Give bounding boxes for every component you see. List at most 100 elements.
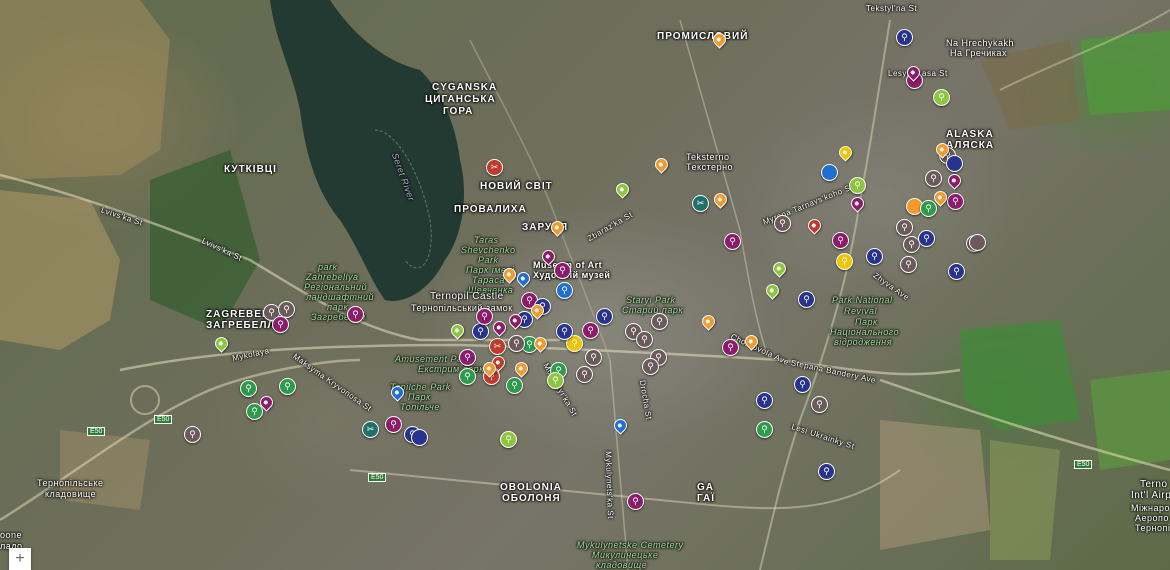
- activity-icon: ⚲: [464, 371, 471, 381]
- map-marker[interactable]: ⚲: [459, 368, 476, 385]
- district-label-na-hrechykakh-uk: На Гречиках: [950, 48, 1007, 58]
- map-marker[interactable]: ⚲: [347, 306, 364, 323]
- activity-icon: ⚲: [284, 381, 291, 391]
- map-marker[interactable]: ⚲: [947, 193, 964, 210]
- map-marker[interactable]: ⚲: [836, 253, 853, 270]
- activity-icon: ⚲: [581, 369, 588, 379]
- map-marker[interactable]: ⚲: [724, 233, 741, 250]
- map-marker[interactable]: ⚲: [900, 256, 917, 273]
- map-marker[interactable]: [946, 155, 963, 172]
- map-marker[interactable]: ⚲: [798, 291, 815, 308]
- map-marker[interactable]: ⚲: [576, 366, 593, 383]
- activity-icon: ⚲: [571, 338, 578, 348]
- street-label-tarasa: asa St: [922, 69, 948, 78]
- map-marker[interactable]: ⚲: [585, 349, 602, 366]
- cemetery-label-mykulynetske-uk1: Микулинецьке: [592, 550, 659, 560]
- activity-icon: ⚲: [590, 352, 597, 362]
- activity-icon: ⚲: [905, 259, 912, 269]
- map-marker[interactable]: ⚲: [756, 392, 773, 409]
- map-marker[interactable]: ⚲: [811, 396, 828, 413]
- zoom-in-button[interactable]: +: [9, 548, 31, 570]
- park-label-zahrebellya-1: park: [318, 262, 338, 272]
- poi-label-castle: Ternopil Castle: [430, 291, 504, 302]
- map-marker[interactable]: [969, 234, 986, 251]
- map-marker[interactable]: ⚲: [556, 323, 573, 340]
- activity-icon: ⚲: [952, 196, 959, 206]
- map-marker[interactable]: ⚲: [508, 335, 525, 352]
- activity-icon: ⚲: [526, 295, 533, 305]
- map-marker[interactable]: ⚲: [636, 331, 653, 348]
- map-marker[interactable]: ⚲: [896, 29, 913, 46]
- map-marker[interactable]: ⚲: [476, 308, 493, 325]
- map-marker[interactable]: ⚲: [722, 339, 739, 356]
- activity-icon: ⚲: [559, 265, 566, 275]
- map-marker[interactable]: ⚲: [920, 200, 937, 217]
- activity-icon: ⚲: [268, 307, 275, 317]
- poi-label-teksterno-uk: Текстерно: [686, 162, 734, 172]
- road-shield-e50-2: E50: [87, 427, 106, 436]
- activity-icon: ⚲: [871, 251, 878, 261]
- map-marker[interactable]: ⚲: [596, 308, 613, 325]
- map-marker[interactable]: ⚲: [896, 219, 913, 236]
- map-marker[interactable]: ⚲: [948, 263, 965, 280]
- park-label-zahrebellya-4: ландшафтний: [306, 292, 374, 302]
- map-marker[interactable]: ⚲: [756, 421, 773, 438]
- map-marker[interactable]: ✂: [692, 195, 709, 212]
- map-marker[interactable]: ⚲: [547, 372, 564, 389]
- park-label-staryi-uk: Старий парк: [622, 305, 684, 315]
- activity-icon: ⚲: [251, 406, 258, 416]
- activity-icon: ⚲: [601, 311, 608, 321]
- map-marker[interactable]: ⚲: [818, 463, 835, 480]
- map-marker[interactable]: ⚲: [627, 493, 644, 510]
- map-marker[interactable]: ⚲: [554, 262, 571, 279]
- map-marker[interactable]: ⚲: [459, 349, 476, 366]
- map-marker[interactable]: ⚲: [506, 377, 523, 394]
- activity-icon: ⚲: [505, 434, 512, 444]
- airport-label-1: Terno: [1140, 479, 1168, 490]
- map-marker[interactable]: [821, 164, 838, 181]
- map-marker[interactable]: ✂: [362, 421, 379, 438]
- map-marker[interactable]: [411, 429, 428, 446]
- activity-icon: ⚲: [953, 266, 960, 276]
- map-marker[interactable]: ⚲: [582, 322, 599, 339]
- activity-icon: ⚲: [727, 342, 734, 352]
- map-marker[interactable]: ⚲: [774, 215, 791, 232]
- park-label-zahrebellya-2: Zahrebellya: [306, 272, 359, 282]
- map-marker[interactable]: ⚲: [866, 248, 883, 265]
- map-marker[interactable]: ⚲: [472, 323, 489, 340]
- cemetery-label-ternopilske-1: Тернопільське: [37, 478, 104, 488]
- map-marker[interactable]: ⚲: [556, 282, 573, 299]
- cemetery-label-mykulynetske-uk2: кладовище: [596, 560, 648, 570]
- map-marker[interactable]: ⚲: [651, 313, 668, 330]
- park-label-topilche-uk2: Топільче: [400, 402, 440, 412]
- map-marker[interactable]: ⚲: [794, 376, 811, 393]
- street-label-tekstylna: Tekstyl'na St: [866, 4, 918, 13]
- map-viewport[interactable]: CYGANSKA ЦИГАНСЬКА ГОРА КУТКІВЦІ Seret R…: [0, 0, 1170, 570]
- activity-icon: ⚲: [481, 311, 488, 321]
- map-marker[interactable]: ✂: [489, 338, 506, 355]
- map-marker[interactable]: ⚲: [272, 316, 289, 333]
- map-marker[interactable]: ⚲: [832, 232, 849, 249]
- activity-icon: ⚲: [352, 309, 359, 319]
- district-label-obolonia: OBOLONIA: [500, 482, 562, 493]
- map-marker[interactable]: ⚲: [849, 177, 866, 194]
- map-marker[interactable]: ⚲: [925, 170, 942, 187]
- map-marker[interactable]: ⚲: [933, 89, 950, 106]
- map-marker[interactable]: ⚲: [642, 358, 659, 375]
- map-marker[interactable]: ⚲: [500, 431, 517, 448]
- map-marker[interactable]: ⚲: [184, 426, 201, 443]
- park-label-taras-5: Тараса: [472, 275, 505, 285]
- map-marker[interactable]: ⚲: [240, 380, 257, 397]
- scissors-icon: ✂: [696, 198, 705, 208]
- map-marker[interactable]: ⚲: [918, 230, 935, 247]
- map-marker[interactable]: ✂: [486, 159, 503, 176]
- district-label-ga-cyr: ГАЇ: [697, 493, 716, 504]
- map-marker[interactable]: ⚲: [279, 378, 296, 395]
- map-marker[interactable]: ⚲: [385, 416, 402, 433]
- park-label-revival-5: відродження: [834, 337, 893, 347]
- park-label-revival-2: Revival: [844, 306, 878, 316]
- park-label-zahrebellya-5: парк: [327, 302, 349, 312]
- district-label-cyganska-cyr2: ГОРА: [443, 106, 474, 117]
- road-shield-e50-3: E50: [368, 473, 387, 482]
- activity-icon: ⚲: [837, 235, 844, 245]
